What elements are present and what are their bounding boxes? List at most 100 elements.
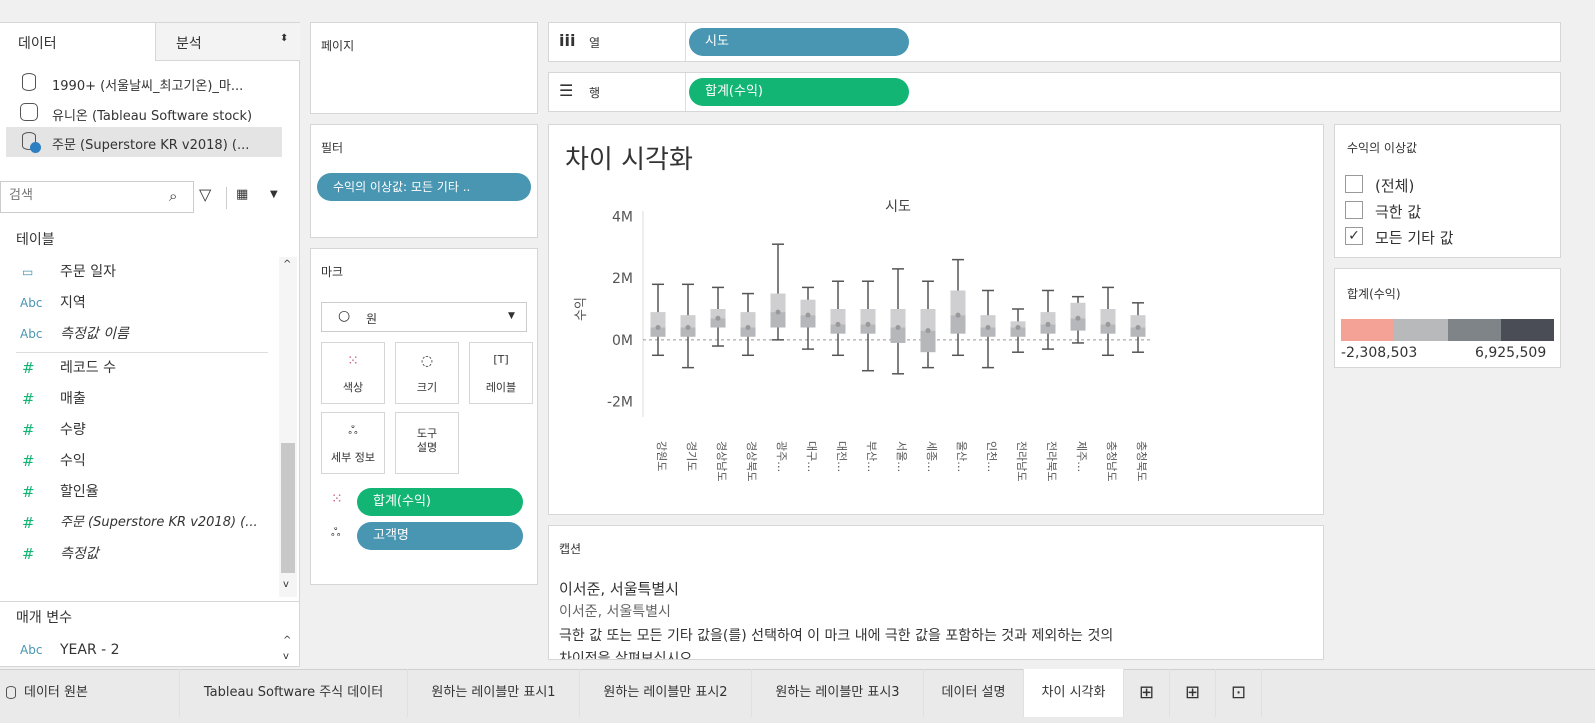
tooltip-button[interactable]: 도구 설명 xyxy=(395,412,459,474)
filter-option[interactable]: (전체) xyxy=(1345,173,1545,197)
datasource-item-selected[interactable]: 주문 (Superstore KR v2018) (... xyxy=(6,127,282,157)
divider xyxy=(685,23,686,61)
tab-data[interactable]: 데이터 xyxy=(0,23,155,61)
color-dots-icon: ⁙ xyxy=(331,491,343,507)
tooltip-button-label: 도구 설명 xyxy=(416,427,438,454)
sheet-tab[interactable]: 원하는 레이블만 표시1 xyxy=(408,669,580,717)
x-tick-label: 대구… xyxy=(805,441,818,472)
data-pane: 데이터 분석 ⬍ 1990+ (서울날씨_최고기온)_마... 유니온 (Tab… xyxy=(0,22,300,667)
field-item[interactable]: # 주문 (Superstore KR v2018) (... xyxy=(0,508,270,538)
x-tick-label: 서울… xyxy=(895,441,908,472)
field-item[interactable]: # 수익 xyxy=(0,446,270,476)
fields-scrollbar[interactable]: ^ v xyxy=(279,257,297,597)
field-item[interactable]: # 매출 xyxy=(0,384,270,414)
sheet-tab-active[interactable]: 차이 시각화 xyxy=(1024,669,1124,717)
field-item[interactable]: Abc 측정값 이름 xyxy=(0,319,270,349)
rows-pill[interactable]: 합계(수익) xyxy=(689,78,909,106)
view-toggle-icon[interactable]: ▦ xyxy=(236,187,248,202)
label-button[interactable]: [T] 레이블 xyxy=(469,342,533,404)
filter-option-label: (전체) xyxy=(1375,177,1415,195)
checkbox[interactable] xyxy=(1345,175,1363,193)
search-input[interactable] xyxy=(9,188,159,203)
filter-option[interactable]: 극한 값 xyxy=(1345,199,1545,223)
field-item[interactable]: # 측정값 xyxy=(0,539,270,569)
chevron-down-icon[interactable]: v xyxy=(283,579,289,590)
field-item[interactable]: ▭ 주문 일자 xyxy=(0,257,270,287)
pages-shelf[interactable]: 페이지 xyxy=(310,22,538,114)
x-tick-label: 부산… xyxy=(865,441,878,472)
x-tick-label: 제주… xyxy=(1075,441,1088,472)
check-badge-icon xyxy=(30,142,41,153)
rows-shelf[interactable]: ☰ 행 합계(수익) xyxy=(548,72,1561,112)
color-step xyxy=(1341,319,1394,341)
chevron-up-icon[interactable]: ^ xyxy=(283,635,291,646)
new-worksheet-button[interactable]: ⊞ xyxy=(1124,669,1170,717)
chevron-up-icon[interactable]: ^ xyxy=(283,259,291,270)
box-upper xyxy=(770,293,786,313)
chevron-down-icon[interactable]: ▼ xyxy=(270,189,278,200)
field-item[interactable]: # 할인율 xyxy=(0,477,270,507)
box-median-point xyxy=(865,321,871,327)
mark-type-dropdown[interactable]: ○ 원 ▼ xyxy=(321,302,527,332)
sheet-tab[interactable]: Tableau Software 주식 데이터 xyxy=(180,669,408,717)
color-ramp[interactable] xyxy=(1341,319,1554,341)
datasource-item[interactable]: 1990+ (서울날씨_최고기온)_마... xyxy=(0,69,300,97)
params-scrollbar[interactable]: ^ v xyxy=(279,635,297,667)
x-tick-label: 충청남도 xyxy=(1105,441,1118,481)
new-story-button[interactable]: ⊡ xyxy=(1216,669,1262,717)
filter-funnel-icon[interactable]: ▽ xyxy=(199,185,211,204)
parameter-label: YEAR - 2 xyxy=(60,642,120,658)
parameter-item[interactable]: Abc YEAR - 2 xyxy=(0,635,270,665)
x-tick-label: 세종… xyxy=(925,441,938,472)
box-median-point xyxy=(895,325,901,331)
caption-heading: 캡션 xyxy=(559,542,582,556)
detail-dots-icon: ஃ xyxy=(331,525,341,539)
filter-option-label: 모든 기타 값 xyxy=(1375,229,1454,247)
caption-panel: 캡션 이서준, 서울특별시 이서준, 서울특별시 극한 값 또는 모든 기타 값… xyxy=(548,525,1324,660)
mark-pill-color[interactable]: 합계(수익) xyxy=(357,488,523,516)
checkbox-checked[interactable]: ✓ xyxy=(1345,227,1363,245)
sort-arrows-icon[interactable]: ⬍ xyxy=(280,33,288,44)
checkbox[interactable] xyxy=(1345,201,1363,219)
field-item[interactable]: # 레코드 수 xyxy=(0,353,270,383)
x-tick-label: 강원도 xyxy=(655,441,668,471)
color-button-label: 색상 xyxy=(342,381,364,394)
size-button[interactable]: ◌ 크기 xyxy=(395,342,459,404)
tab-analysis[interactable]: 분석 ⬍ xyxy=(155,23,300,61)
rows-icon: ☰ xyxy=(559,81,574,100)
box-lower xyxy=(920,330,936,353)
sheet-tab[interactable]: 데이터 설명 xyxy=(924,669,1024,717)
detail-button[interactable]: ஃ 세부 정보 xyxy=(321,412,385,474)
field-item[interactable]: Abc 지역 xyxy=(0,288,270,318)
sheet-tab[interactable]: 원하는 레이블만 표시3 xyxy=(752,669,924,717)
field-item[interactable]: # 수량 xyxy=(0,415,270,445)
size-icon: ◌ xyxy=(420,353,434,369)
field-label: 주문 일자 xyxy=(60,264,116,280)
field-label: 측정값 xyxy=(60,546,99,562)
search-box[interactable]: ⌕ xyxy=(0,181,194,213)
sheet-tab[interactable]: 원하는 레이블만 표시2 xyxy=(580,669,752,717)
datasource-item[interactable]: 유니온 (Tableau Software stock) xyxy=(0,99,300,127)
chart-title: 시도 xyxy=(885,199,911,215)
chevron-down-icon[interactable]: v xyxy=(283,651,289,662)
box-median-point xyxy=(835,321,841,327)
filter-pill[interactable]: 수익의 이상값: 모든 기타 .. xyxy=(317,173,531,201)
outlier-filter-title: 수익의 이상값 xyxy=(1347,141,1418,155)
new-worksheet-icon: ⊞ xyxy=(1138,682,1155,703)
filters-shelf[interactable]: 필터 수익의 이상값: 모든 기타 .. xyxy=(310,124,538,238)
scroll-thumb[interactable] xyxy=(281,443,295,573)
field-label: 수익 xyxy=(60,453,86,469)
field-label: 주문 (Superstore KR v2018) (... xyxy=(60,515,258,530)
marks-card: 마크 ○ 원 ▼ ⁙ 색상 ◌ 크기 [T] 레이블 ஃ 세부 정보 도구 설명… xyxy=(310,248,538,585)
mark-pill-detail[interactable]: 고객명 xyxy=(357,522,523,550)
chevron-down-icon[interactable]: ▼ xyxy=(508,311,515,321)
columns-pill[interactable]: 시도 xyxy=(689,28,909,56)
columns-shelf[interactable]: iii 열 시도 xyxy=(548,22,1561,62)
filter-option[interactable]: ✓ 모든 기타 값 xyxy=(1345,225,1545,249)
new-dashboard-button[interactable]: ⊞ xyxy=(1170,669,1216,717)
database-icon xyxy=(6,686,16,699)
label-icon: [T] xyxy=(493,353,509,366)
color-button[interactable]: ⁙ 색상 xyxy=(321,342,385,404)
tab-datasource[interactable]: 데이터 원본 xyxy=(0,669,180,717)
search-icon[interactable]: ⌕ xyxy=(169,187,177,205)
